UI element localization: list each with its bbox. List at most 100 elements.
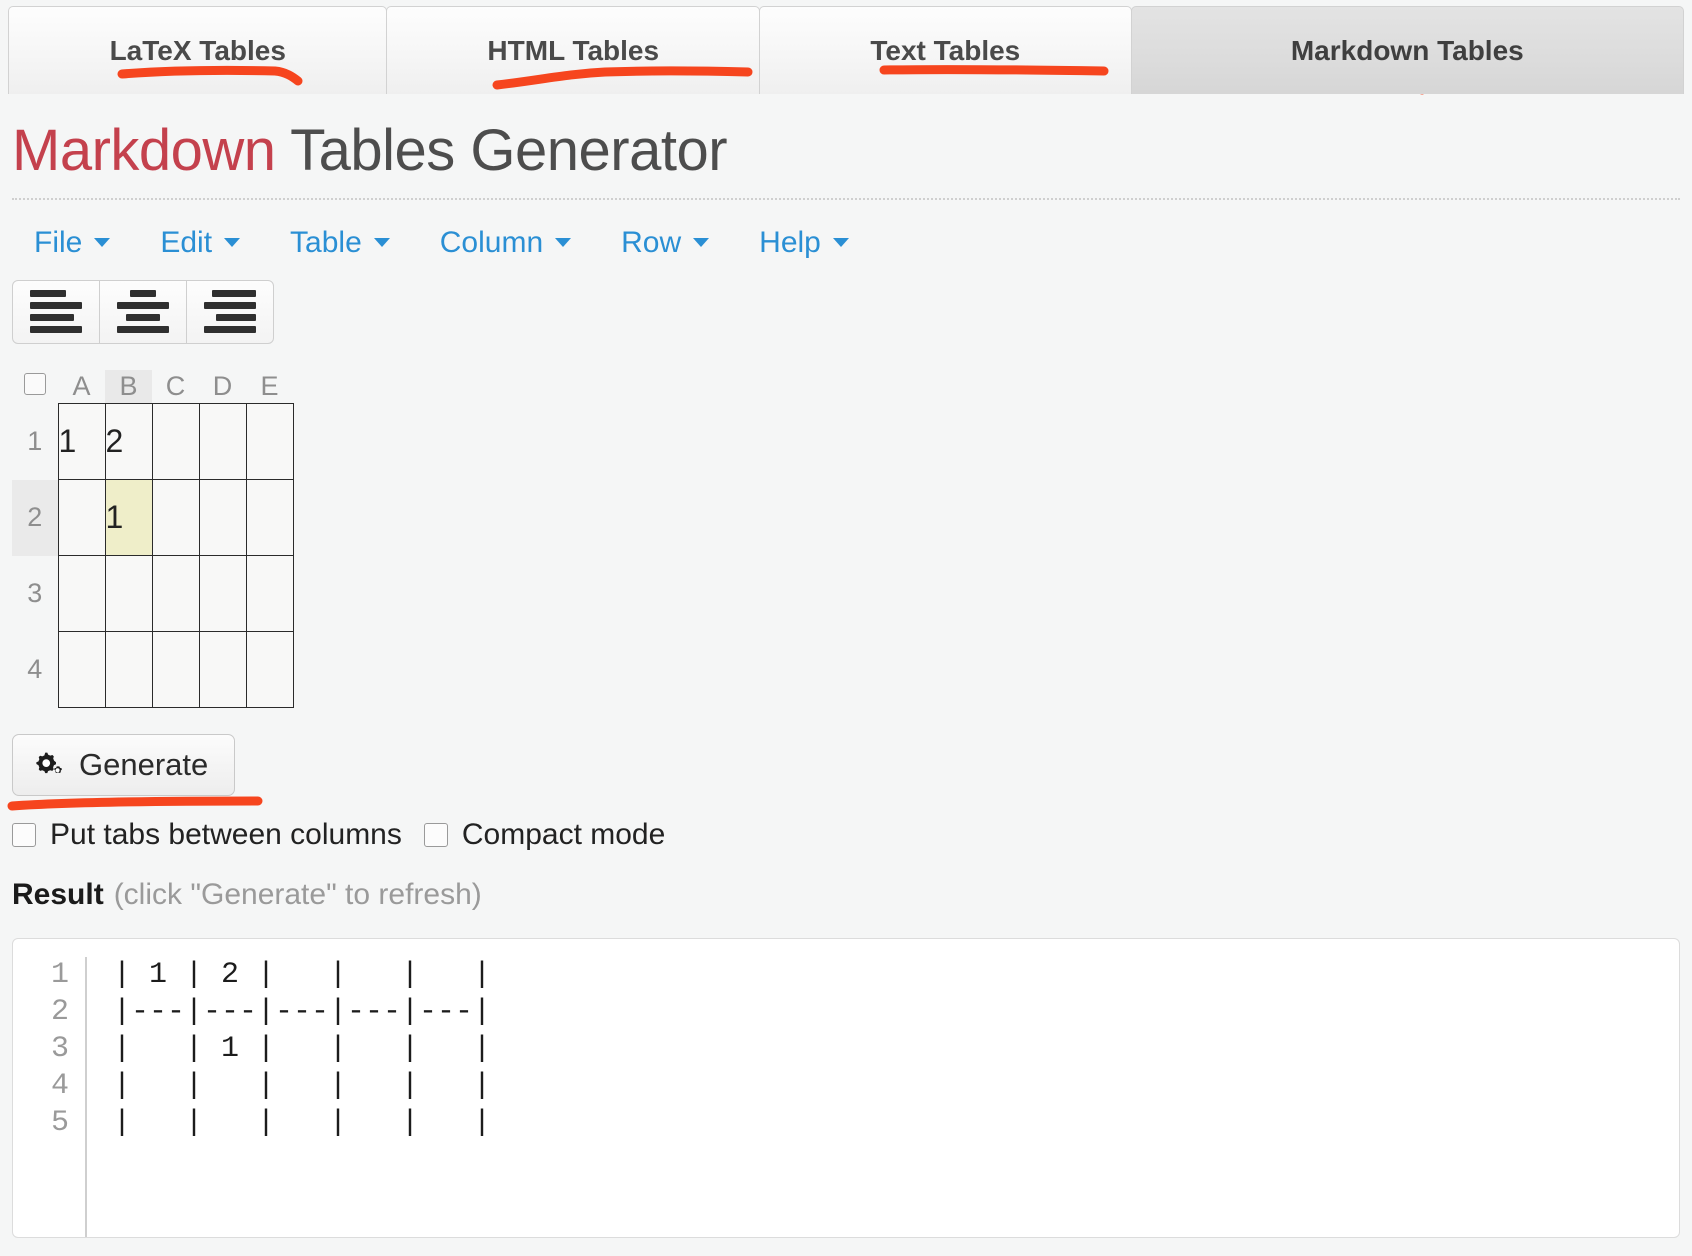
tab-markdown-tables[interactable]: Markdown Tables <box>1130 6 1684 94</box>
cell-d2[interactable] <box>198 479 247 557</box>
cell-c4[interactable] <box>151 631 200 709</box>
chevron-down-icon <box>555 238 572 248</box>
alignment-button-group <box>12 279 276 344</box>
align-right-icon <box>204 290 256 334</box>
row-header-1[interactable]: 1 <box>12 404 58 480</box>
align-left-icon <box>30 290 82 334</box>
page-title: Markdown Tables Generator <box>12 118 1680 183</box>
cell-a4[interactable] <box>57 631 106 709</box>
select-all-cell <box>12 370 58 404</box>
line-number: 3 <box>50 1032 69 1067</box>
align-left-button[interactable] <box>12 279 100 344</box>
page-title-rest: Tables Generator <box>275 118 728 183</box>
cell-e3[interactable] <box>245 555 294 633</box>
cell-b2[interactable]: 1 <box>104 479 153 557</box>
row-header-2[interactable]: 2 <box>12 479 58 556</box>
chevron-down-icon <box>373 238 390 248</box>
chevron-down-icon <box>224 238 241 248</box>
menu-item-row[interactable]: Row <box>603 222 741 264</box>
cell-b4[interactable] <box>104 631 153 709</box>
cell-c3[interactable] <box>151 555 200 633</box>
menu-label: Row <box>621 225 682 259</box>
menu-item-file[interactable]: File <box>16 222 142 264</box>
table-row: 1 1 2 <box>12 403 294 481</box>
menu-item-table[interactable]: Table <box>272 222 422 264</box>
line-number: 1 <box>50 958 69 993</box>
tab-latex-tables[interactable]: LaTeX Tables <box>8 6 388 94</box>
table-row: 3 <box>12 555 294 633</box>
cell-c1[interactable] <box>151 403 200 481</box>
cell-d4[interactable] <box>198 631 247 709</box>
cell-e1[interactable] <box>245 403 294 481</box>
cell-c2[interactable] <box>151 479 200 557</box>
tab-label: Text Tables <box>870 34 1021 66</box>
menu-label: File <box>34 225 83 259</box>
option-label: Compact mode <box>461 818 666 852</box>
tab-label: LaTeX Tables <box>109 34 286 66</box>
chevron-down-icon <box>94 238 111 248</box>
select-all-checkbox[interactable] <box>24 373 46 396</box>
tab-bar: LaTeX Tables HTML Tables Text Tables Mar… <box>0 0 1692 97</box>
page-header: Markdown Tables Generator <box>0 97 1692 200</box>
table-grid: A B C D E 1 1 2 2 1 3 4 <box>12 369 294 709</box>
cell-b3[interactable] <box>104 555 153 633</box>
code-line: | | | | | | <box>113 1069 492 1104</box>
cell-e4[interactable] <box>245 631 294 709</box>
output-options: Put tabs between columns Compact mode <box>0 796 1692 852</box>
cell-e2[interactable] <box>245 479 294 557</box>
table-row: 4 <box>12 631 294 709</box>
option-label: Put tabs between columns <box>50 818 402 852</box>
option-put-tabs-between-columns[interactable]: Put tabs between columns <box>12 818 402 852</box>
chevron-down-icon <box>832 238 849 248</box>
line-number: 2 <box>50 995 69 1030</box>
tab-label: HTML Tables <box>487 34 660 66</box>
result-code-content[interactable]: | 1 | 2 | | | | |---|---|---|---|---| | | … <box>87 957 491 1237</box>
tab-text-tables[interactable]: Text Tables <box>759 6 1132 94</box>
menu-label: Help <box>759 225 821 259</box>
generate-button[interactable]: Generate <box>12 734 236 797</box>
generate-label: Generate <box>79 747 209 783</box>
row-header-3[interactable]: 3 <box>12 556 58 632</box>
menu-label: Edit <box>160 225 213 259</box>
align-right-button[interactable] <box>186 279 274 344</box>
result-hint: (click "Generate" to refresh) <box>113 878 482 912</box>
align-center-icon <box>117 290 169 334</box>
column-header-c[interactable]: C <box>152 370 199 404</box>
tab-html-tables[interactable]: HTML Tables <box>386 6 761 94</box>
cell-d1[interactable] <box>198 403 247 481</box>
column-header-b[interactable]: B <box>105 369 152 404</box>
result-code-editor[interactable]: 12345 | 1 | 2 | | | | |---|---|---|---|--… <box>12 938 1680 1239</box>
option-compact-mode[interactable]: Compact mode <box>423 818 666 852</box>
table-grid-area: A B C D E 1 1 2 2 1 3 4 <box>0 369 1692 709</box>
tab-label: Markdown Tables <box>1290 34 1524 66</box>
code-line: |---|---|---|---|---| <box>113 995 492 1030</box>
line-number-gutter: 12345 <box>13 957 87 1238</box>
page-title-accent: Markdown <box>12 118 276 183</box>
column-header-e[interactable]: E <box>246 370 293 404</box>
result-heading: Result (click "Generate" to refresh) <box>0 852 1692 912</box>
cell-b1[interactable]: 2 <box>104 403 153 481</box>
chevron-down-icon <box>693 238 710 248</box>
generate-area: Generate <box>0 708 320 811</box>
menu-bar: File Edit Table Column Row Help <box>0 200 1692 268</box>
row-header-4[interactable]: 4 <box>12 632 58 708</box>
align-center-button[interactable] <box>99 279 187 344</box>
menu-item-help[interactable]: Help <box>741 222 881 264</box>
column-header-a[interactable]: A <box>58 370 105 404</box>
menu-label: Column <box>439 225 544 259</box>
line-number: 5 <box>50 1106 69 1141</box>
code-line: | 1 | 2 | | | | <box>113 958 492 993</box>
cell-d3[interactable] <box>198 555 247 633</box>
compact-mode-checkbox[interactable] <box>423 823 448 848</box>
menu-item-edit[interactable]: Edit <box>142 222 272 264</box>
gears-icon <box>36 753 62 774</box>
code-line: | | | | | | <box>113 1106 492 1141</box>
column-header-d[interactable]: D <box>199 370 246 404</box>
put-tabs-checkbox[interactable] <box>12 823 36 848</box>
table-row: 2 1 <box>12 479 294 557</box>
menu-item-column[interactable]: Column <box>422 222 603 264</box>
cell-a1[interactable]: 1 <box>57 403 106 481</box>
line-number: 4 <box>50 1069 69 1104</box>
cell-a2[interactable] <box>57 479 106 557</box>
cell-a3[interactable] <box>57 555 106 633</box>
